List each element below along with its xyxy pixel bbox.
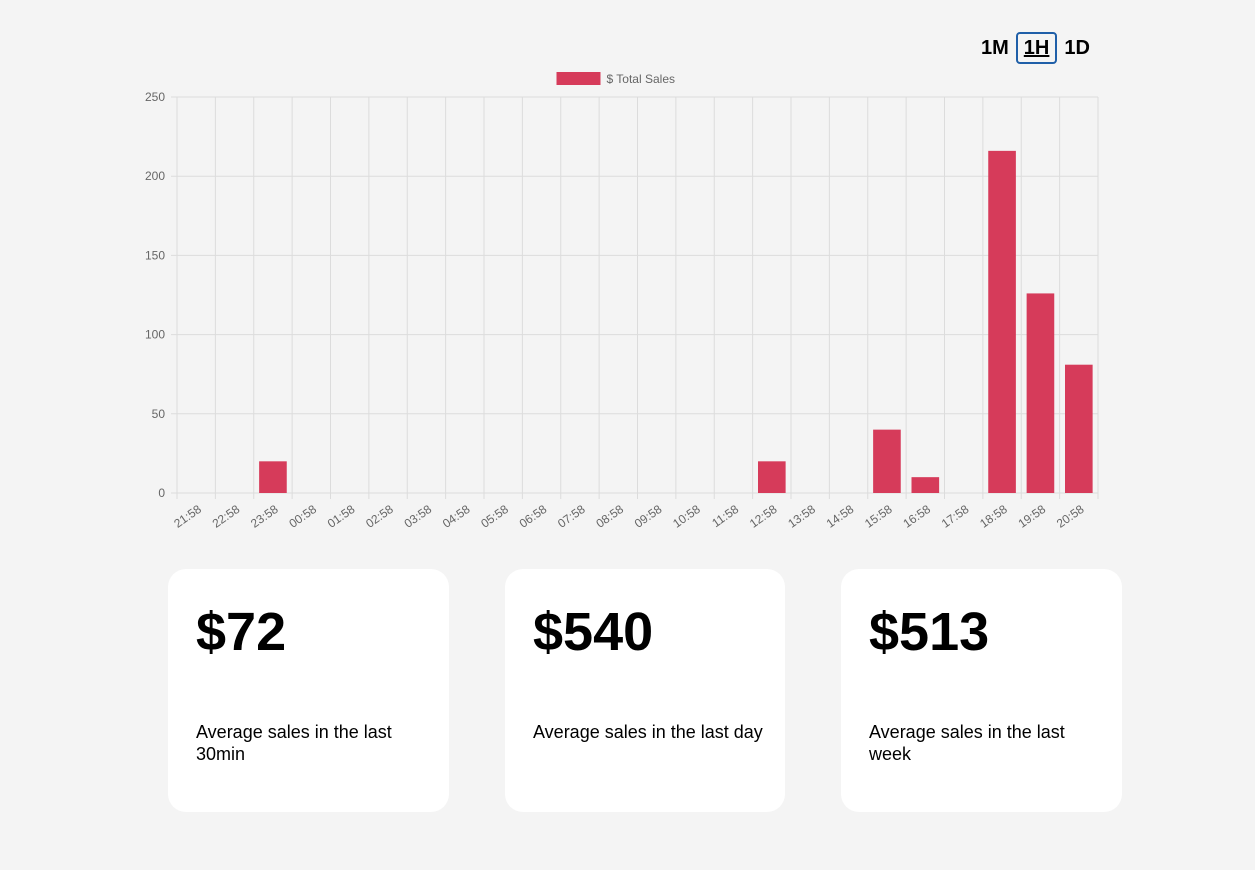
y-tick-label: 150 <box>145 248 165 262</box>
range-1h-button[interactable]: 1H <box>1015 32 1058 64</box>
chart-bar <box>911 477 940 493</box>
x-tick-label: 18:58 <box>977 502 1010 531</box>
stat-label: Average sales in the last day <box>533 722 763 742</box>
x-tick-label: 04:58 <box>440 502 473 531</box>
x-tick-label: 00:58 <box>286 502 319 531</box>
x-tick-label: 13:58 <box>785 502 818 531</box>
sales-bar-chart: 0 50 100 150 200 250 21:58 22:58 23:58 00:58 01:58… <box>145 72 1099 531</box>
chart-bar <box>873 429 901 493</box>
chart-bar <box>1026 293 1055 493</box>
x-tick-label: 14:58 <box>824 502 857 531</box>
stat-label: Average sales in the last 30min <box>196 722 392 764</box>
x-tick-label: 12:58 <box>747 502 780 531</box>
x-tick-label: 03:58 <box>402 502 435 531</box>
chart-bar <box>259 461 287 493</box>
x-tick-label: 22:58 <box>210 502 243 531</box>
time-range-switch: 1M 1H 1D <box>976 32 1095 64</box>
y-tick-label: 200 <box>145 169 165 183</box>
x-tick-label: 01:58 <box>325 502 358 531</box>
range-1m-button[interactable]: 1M <box>976 32 1014 64</box>
stats-cards: $72 Average sales in the last 30min $540… <box>168 569 1122 812</box>
y-tick-label: 0 <box>158 486 165 500</box>
x-tick-label: 21:58 <box>171 502 204 531</box>
stat-card-30min: $72 Average sales in the last 30min <box>168 569 449 812</box>
y-tick-label: 250 <box>145 90 165 104</box>
x-tick-label: 15:58 <box>862 502 895 531</box>
y-tick-label: 50 <box>152 407 166 421</box>
legend-label: $ Total Sales <box>607 72 676 86</box>
x-tick-label: 09:58 <box>632 502 665 531</box>
x-tick-label: 16:58 <box>900 502 933 531</box>
x-tick-label: 23:58 <box>248 502 281 531</box>
stat-value: $540 <box>533 602 654 662</box>
chart-bar <box>1064 364 1093 493</box>
x-tick-label: 07:58 <box>555 502 588 531</box>
y-tick-label: 100 <box>145 328 165 342</box>
legend-swatch <box>556 72 601 85</box>
x-tick-label: 17:58 <box>939 502 972 531</box>
x-tick-label: 02:58 <box>363 502 396 531</box>
stat-label: Average sales in the last week <box>869 722 1065 764</box>
range-1d-button[interactable]: 1D <box>1059 32 1095 64</box>
x-tick-label: 06:58 <box>517 502 550 531</box>
x-tick-label: 11:58 <box>709 502 741 530</box>
x-tick-label: 10:58 <box>670 502 703 531</box>
stat-value: $513 <box>869 602 990 662</box>
x-tick-label: 19:58 <box>1016 502 1049 531</box>
sales-chart: 0 50 100 150 200 250 21:58 22:58 23:58 00:58 01:58… <box>130 65 1110 545</box>
chart-bar <box>988 150 1016 493</box>
x-tick-label: 20:58 <box>1054 502 1087 531</box>
x-tick-label: 05:58 <box>478 502 511 531</box>
stat-card-day: $540 Average sales in the last day <box>505 569 785 812</box>
stat-value: $72 <box>196 602 287 662</box>
chart-bar <box>757 461 786 493</box>
dashboard-page: 1M 1H 1D 0 50 100 150 200 250 21:58 22:58 23:58 0… <box>0 0 1255 870</box>
stat-card-week: $513 Average sales in the last week <box>841 569 1122 812</box>
x-tick-label: 08:58 <box>593 502 626 531</box>
